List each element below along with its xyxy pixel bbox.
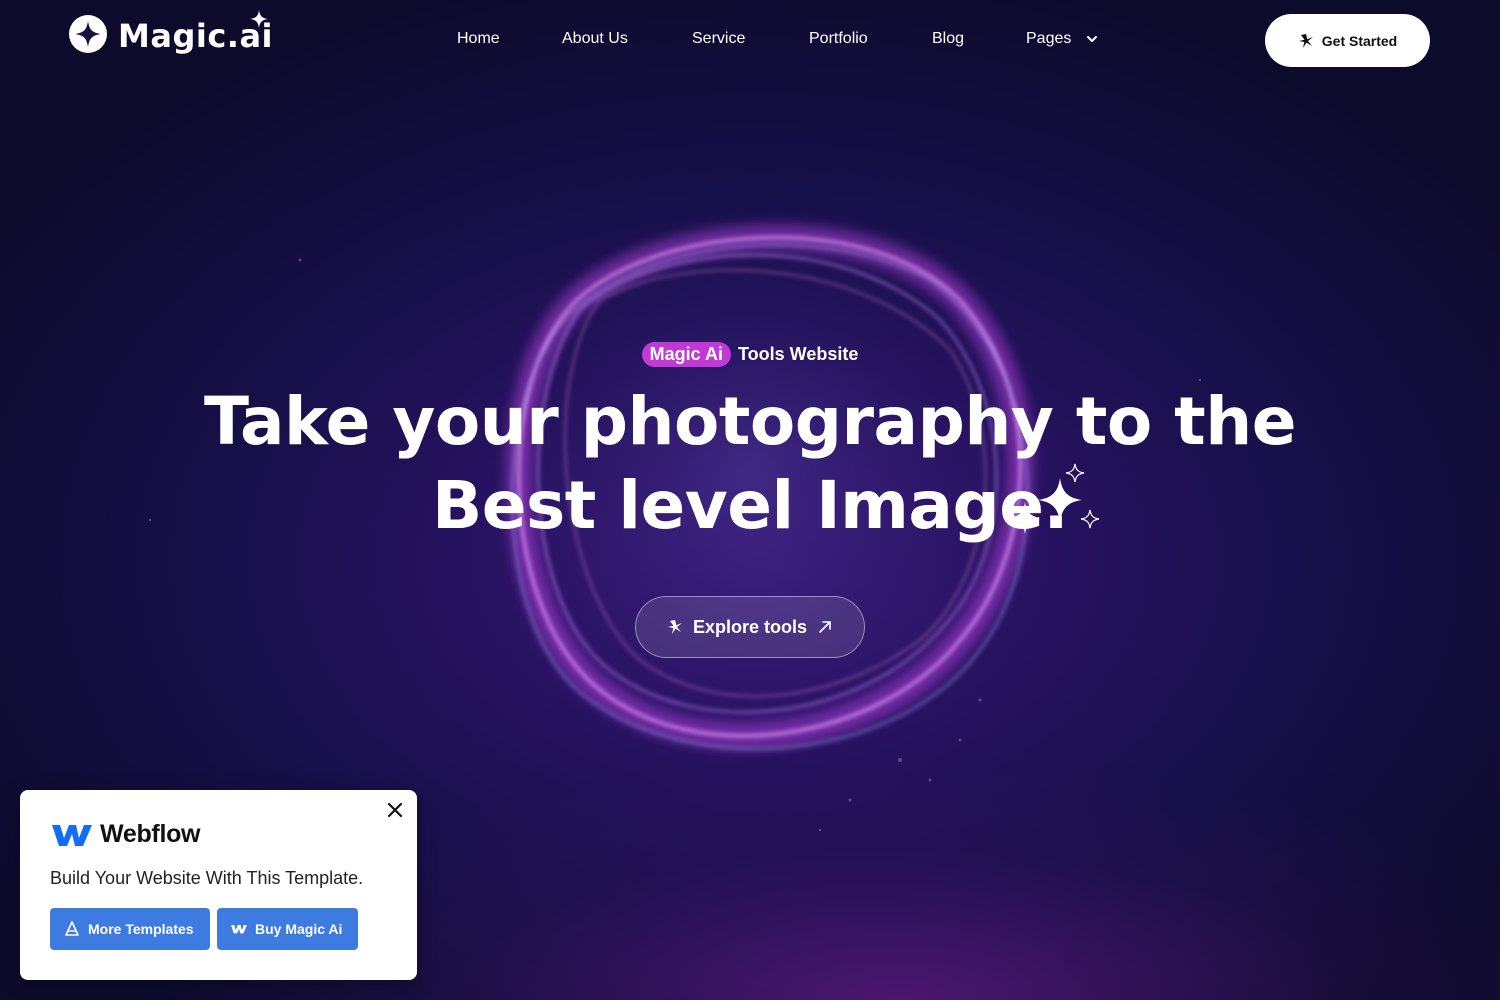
more-templates-button[interactable]: More Templates [50,908,210,950]
webflow-logo-icon [52,824,92,846]
nav-service[interactable]: Service [692,30,745,48]
nav-portfolio[interactable]: Portfolio [809,30,868,48]
more-templates-label: More Templates [88,921,194,937]
webflow-logo: Webflow [52,820,201,849]
explore-tools-button[interactable]: Explore tools [635,596,865,658]
close-icon[interactable] [387,802,403,818]
sparkle-icon [250,10,268,28]
webflow-brand: Webflow [100,820,201,848]
template-icon [65,921,79,936]
arrow-up-right-icon [819,621,831,633]
sparkles-icon [1010,463,1100,534]
hero-title-line2: Best level Image. [431,467,1069,544]
nav-pages[interactable]: Pages [1026,30,1098,48]
nav-blog[interactable]: Blog [932,30,964,48]
hero-badge: Magic Ai [641,342,731,367]
sparkle-icon [1298,33,1313,48]
promo-text: Build Your Website With This Template. [50,868,364,888]
site-logo[interactable]: Magic.ai [68,10,273,55]
sparkle-icon [667,620,682,634]
hero-title-line1: Take your photography to the [204,383,1296,460]
chevron-down-icon [1086,35,1097,42]
get-started-button[interactable]: Get Started [1265,14,1430,67]
nav-home[interactable]: Home [457,30,500,48]
site-header: Magic.ai Home About Us Service Portfolio… [0,0,1500,80]
buy-magic-ai-button[interactable]: Buy Magic Ai [217,908,359,950]
logo-star-icon [69,15,107,53]
webflow-promo-card: Webflow Build Your Website With This Tem… [20,790,417,980]
hero-eyebrow: Magic Ai Tools Website [0,342,1500,367]
hero-eyebrow-text: Tools Website [738,344,859,364]
buy-magic-ai-label: Buy Magic Ai [255,921,343,937]
webflow-logo-icon [231,925,247,934]
hero-title: Take your photography to the Best level … [0,380,1500,548]
nav-pages-label: Pages [1026,30,1072,47]
nav-about-us[interactable]: About Us [562,30,628,48]
explore-tools-label: Explore tools [692,616,808,637]
get-started-label: Get Started [1321,32,1398,49]
